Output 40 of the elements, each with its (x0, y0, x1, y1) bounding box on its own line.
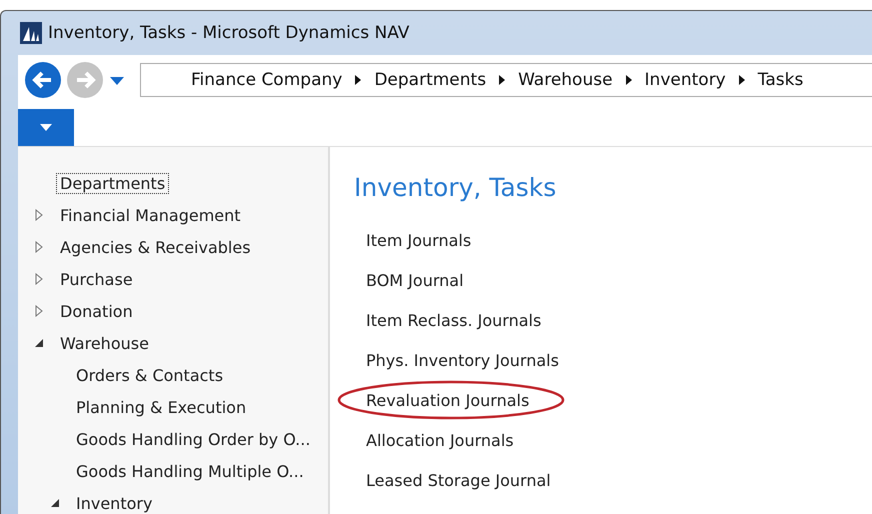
window-title: Inventory, Tasks - Microsoft Dynamics NAV (48, 23, 410, 43)
tree-item[interactable]: Agencies & Receivables (56, 236, 255, 258)
breadcrumb-item[interactable]: Inventory (644, 70, 726, 90)
separator-arrow-icon (738, 74, 746, 86)
breadcrumb-item[interactable]: Tasks (758, 70, 804, 90)
breadcrumb-item[interactable]: Warehouse (518, 70, 613, 90)
task-link[interactable]: Item Reclass. Journals (366, 310, 542, 330)
task-link[interactable]: BOM Journal (366, 270, 464, 290)
tree-item[interactable]: Goods Handling Order by O... (72, 428, 314, 450)
back-button[interactable] (24, 61, 62, 99)
collapsed-arrow-icon[interactable] (34, 273, 44, 285)
collapsed-arrow-icon[interactable] (34, 241, 44, 253)
collapsed-arrow-icon[interactable] (34, 305, 44, 317)
task-link[interactable]: Allocation Journals (366, 430, 514, 450)
tree-item[interactable]: Planning & Execution (72, 396, 250, 418)
breadcrumb-item[interactable]: Finance Company (191, 70, 342, 90)
separator-arrow-icon (624, 74, 633, 86)
expanded-arrow-icon[interactable] (50, 497, 60, 509)
tree-item[interactable]: Orders & Contacts (72, 364, 228, 386)
tree-item[interactable]: Departments (56, 172, 170, 194)
app-logo-icon (20, 22, 42, 44)
task-link[interactable]: Item Journals (366, 230, 472, 250)
tree-item[interactable]: Inventory (72, 492, 156, 514)
page-title: Inventory, Tasks (354, 173, 558, 202)
separator-arrow-icon (498, 74, 506, 86)
history-dropdown-button[interactable] (108, 74, 126, 86)
collapsed-arrow-icon[interactable] (34, 209, 44, 221)
tree-item[interactable]: Financial Management (56, 204, 245, 226)
task-link[interactable]: Leased Storage Journal (366, 470, 551, 490)
tree-item[interactable]: Purchase (56, 268, 137, 290)
caret-icon (40, 124, 52, 132)
expanded-arrow-icon[interactable] (34, 337, 44, 349)
breadcrumb-item[interactable]: Departments (374, 70, 486, 90)
address-bar[interactable]: Finance Company Departments Warehouse Inventory Tasks (140, 63, 872, 97)
tree-item[interactable]: Warehouse (56, 332, 153, 354)
task-link[interactable]: Phys. Inventory Journals (366, 350, 559, 370)
tree-item[interactable]: Donation (56, 300, 137, 322)
menu-button[interactable] (18, 109, 74, 146)
separator-arrow-icon (354, 74, 362, 86)
tree-item[interactable]: Goods Handling Multiple O... (72, 460, 308, 482)
